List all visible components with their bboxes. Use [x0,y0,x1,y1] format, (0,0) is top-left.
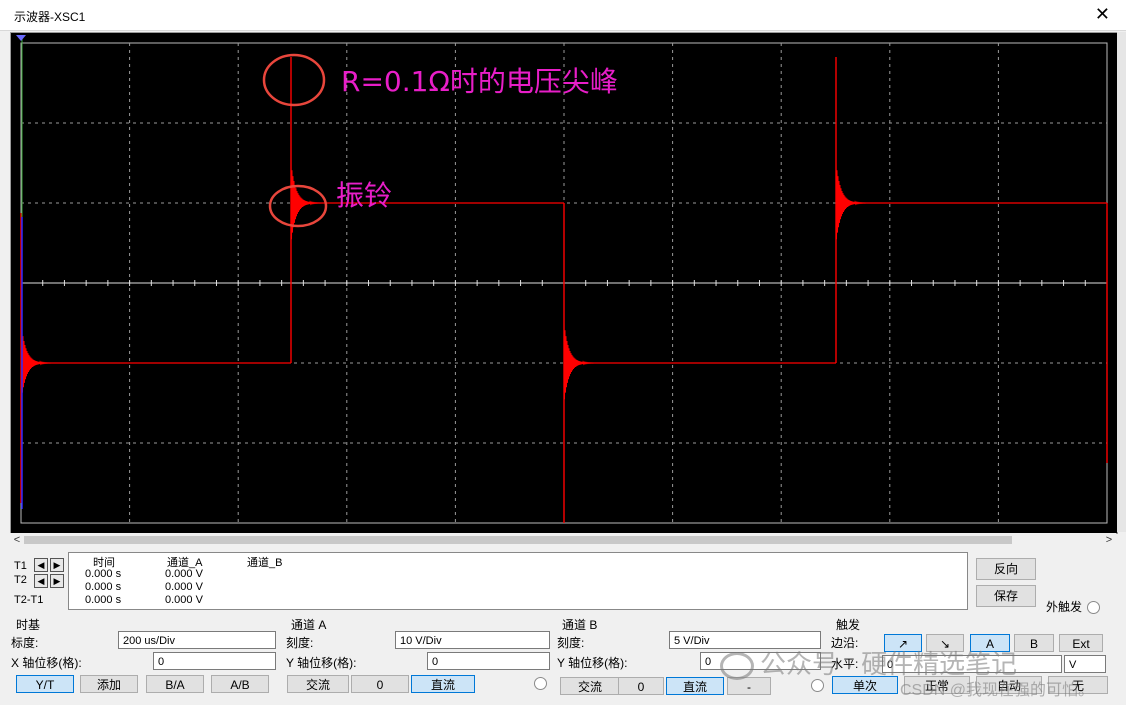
timebase-scale-label: 标度: [11,636,39,650]
readout-row-labels: T1 T2 T2-T1 ◀ ▶ ◀ ▶ [10,552,68,610]
trace-ringing [563,322,595,400]
channel-a-radio[interactable] [534,677,547,690]
horizontal-scrollbar[interactable]: < > [10,533,1116,547]
spike-highlight-circle [262,53,326,107]
channel-b-ac-button[interactable]: 交流 [560,677,620,695]
save-button[interactable]: 保存 [976,585,1036,607]
channel-a-dc-button[interactable]: 直流 [411,675,475,693]
x-position-field[interactable]: 0 [153,652,276,670]
oscilloscope-screen: R=0.1Ω时的电压尖峰 振铃 [10,32,1118,534]
t1-left-icon[interactable]: ◀ [34,558,48,572]
channel-a-y-position-label: Y 轴位移(格): [286,656,357,670]
channel-a-scale-field[interactable]: 10 V/Div [395,631,550,649]
ringing-annotation-label: 振铃 [336,179,392,212]
window-title: 示波器-XSC1 [14,10,86,24]
scrollbar-thumb[interactable] [24,536,1012,544]
channel-b-scale-label: 刻度: [557,636,585,650]
close-icon[interactable]: ✕ [1095,4,1110,24]
a-over-b-button[interactable]: A/B [211,675,269,693]
t1-time: 0.000 s [85,568,122,580]
timebase-scale-field[interactable]: 200 us/Div [118,631,276,649]
trigger-title: 触发 [836,618,861,632]
channel-b-title: 通道 B [562,618,598,632]
t2-left-icon[interactable]: ◀ [34,574,48,588]
row-label-t1: T1 [14,560,27,572]
channel-a-scale-label: 刻度: [286,636,314,650]
t2-arrows: ◀ ▶ [34,574,64,588]
cursor-readout: T1 T2 T2-T1 ◀ ▶ ◀ ▶ 时间 通道_A 通道_B 0.000 s… [10,552,968,610]
readout-table: 时间 通道_A 通道_B 0.000 s 0.000 V 0.000 s 0.0… [68,552,968,610]
t1-right-icon[interactable]: ▶ [50,558,64,572]
trigger-source-ext-button[interactable]: Ext [1059,634,1103,652]
cursor-t1-marker [16,35,26,41]
channel-a-panel: 通道 A 刻度: 10 V/Div Y 轴位移(格): 0 交流 0 直流 [285,614,555,705]
t2-time: 0.000 s [85,581,122,593]
wechat-icon [720,652,754,681]
wechat-watermark-text: 公众号 · 硬件精选笔记 [760,649,1018,679]
x-position-label: X 轴位移(格): [11,656,82,670]
add-button[interactable]: 添加 [80,675,138,693]
trigger-source-b-button[interactable]: B [1014,634,1054,652]
trace-ringing [20,322,52,400]
timebase-panel: 时基 标度: 200 us/Div X 轴位移(格): 0 Y/T 添加 B/A… [10,614,282,705]
trigger-level-unit[interactable]: V [1064,655,1106,673]
ext-trigger-radio[interactable] [1087,601,1100,614]
yt-button[interactable]: Y/T [16,675,74,693]
t2-t1-time: 0.000 s [85,594,122,606]
t2-channel-a: 0.000 V [165,581,203,593]
t2-right-icon[interactable]: ▶ [50,574,64,588]
channel-a-title: 通道 A [291,618,327,632]
t1-channel-a: 0.000 V [165,568,203,580]
t1-arrows: ◀ ▶ [34,558,64,572]
reverse-button[interactable]: 反向 [976,558,1036,580]
channel-a-zero-button[interactable]: 0 [351,675,409,693]
channel-a-y-position-field[interactable]: 0 [427,652,550,670]
ext-trigger-label: 外触发 [1046,600,1083,614]
right-panel-edge [1117,32,1126,532]
trace-ringing [835,162,867,240]
channel-b-dc-button[interactable]: 直流 [666,677,724,695]
oscilloscope-plot: R=0.1Ω时的电压尖峰 振铃 [16,35,1108,524]
window-titlebar: 示波器-XSC1 ✕ [0,0,1126,31]
trace-ringing [290,162,322,240]
csdn-watermark: CSDN @我现在强的可怕。 [900,682,1095,699]
channel-b-y-position-label: Y 轴位移(格): [557,656,628,670]
row-label-t2-t1: T2-T1 [14,594,44,606]
header-channel-b: 通道_B [247,557,283,569]
row-label-t2: T2 [14,574,27,586]
channel-b-zero-button[interactable]: 0 [618,677,664,695]
b-over-a-button[interactable]: B/A [146,675,204,693]
scroll-right-icon[interactable]: > [1102,533,1116,547]
scroll-left-icon[interactable]: < [10,533,24,547]
channel-a-ac-button[interactable]: 交流 [287,675,349,693]
timebase-title: 时基 [16,618,41,632]
spike-annotation-label: R=0.1Ω时的电压尖峰 [341,65,618,98]
t2-t1-channel-a: 0.000 V [165,594,203,606]
